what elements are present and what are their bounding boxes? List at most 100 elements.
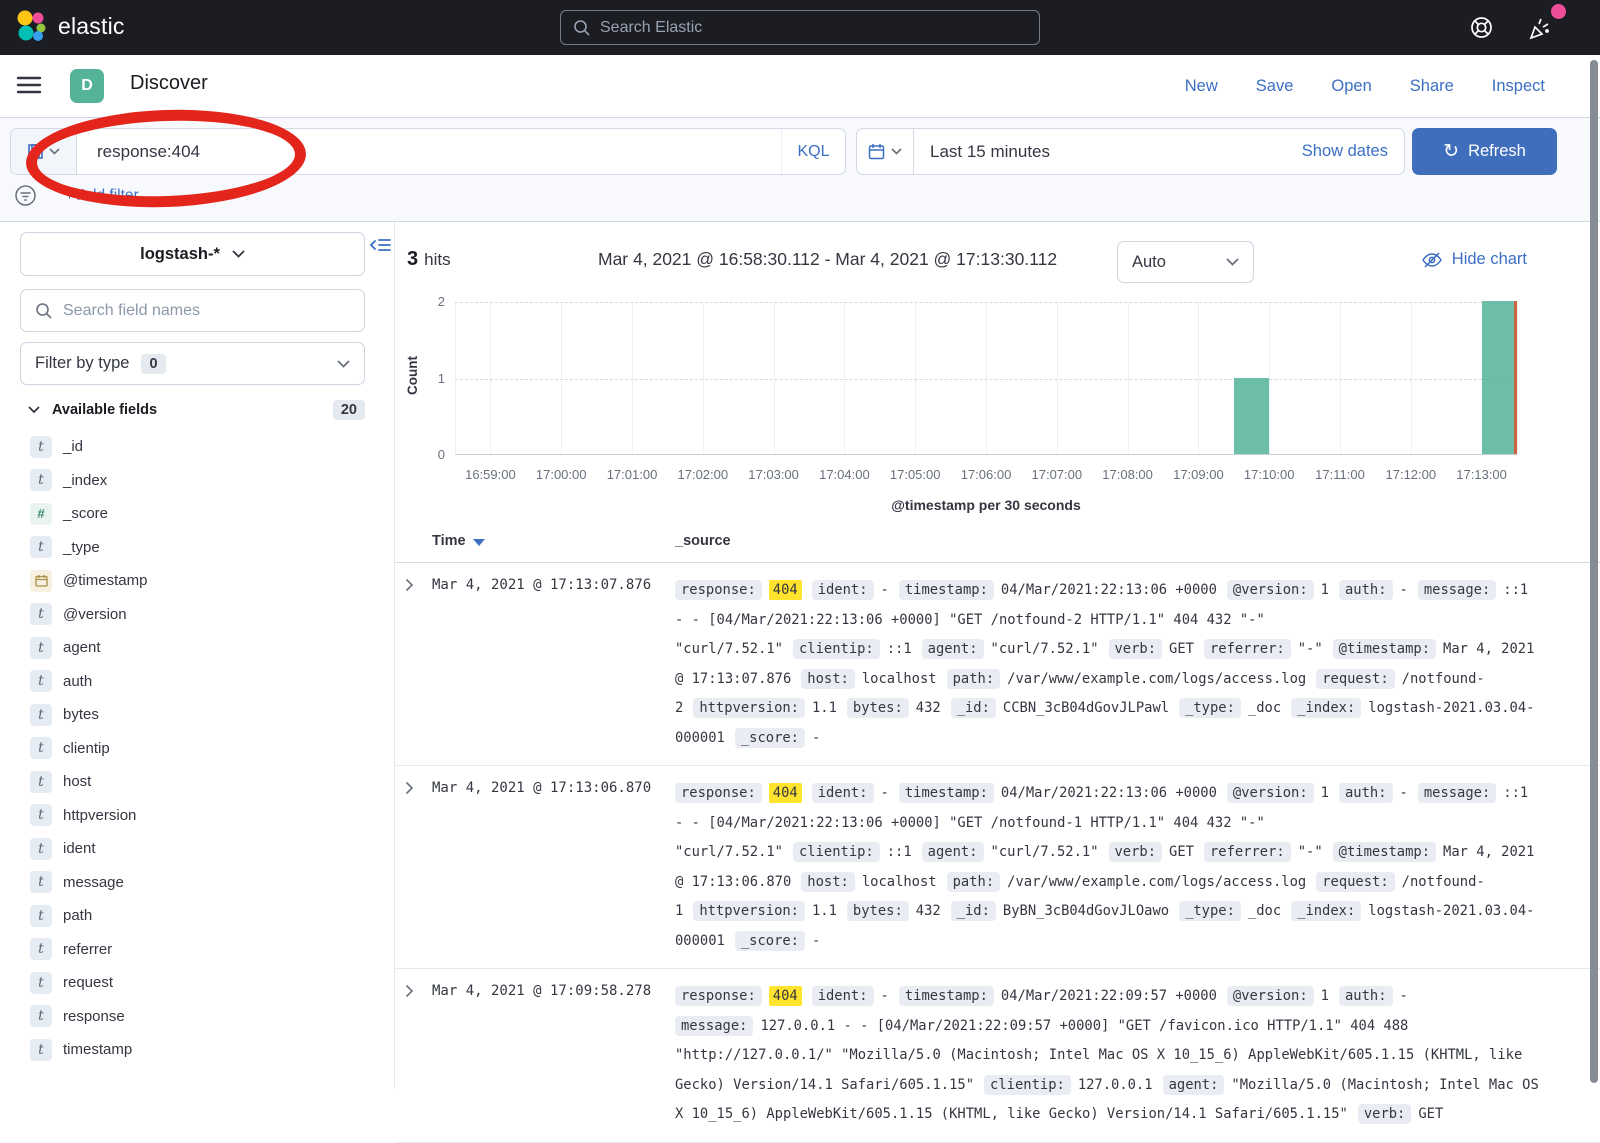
expand-row-icon[interactable] <box>405 984 414 998</box>
field-item-_index[interactable]: t_index <box>0 464 395 498</box>
field-item-ident[interactable]: tident <box>0 832 395 866</box>
show-dates-button[interactable]: Show dates <box>1302 142 1404 161</box>
collapse-sidebar-icon[interactable] <box>370 236 391 254</box>
field-value: 04/Mar/2021:22:13:06 +0000 <box>1001 582 1217 598</box>
field-search[interactable] <box>20 289 365 332</box>
date-quick-select-button[interactable] <box>857 129 914 174</box>
filter-icon[interactable] <box>14 184 37 207</box>
field-name: timestamp <box>63 1041 132 1058</box>
field-key: clientip: <box>984 1075 1071 1095</box>
hide-chart-button[interactable]: Hide chart <box>1421 250 1527 269</box>
discover-app-badge[interactable]: D <box>70 69 104 103</box>
field-key: request: <box>1316 872 1394 892</box>
elastic-logo[interactable] <box>14 9 48 43</box>
expand-row-icon[interactable] <box>405 578 414 592</box>
field-item-referrer[interactable]: treferrer <box>0 933 395 967</box>
expand-row-icon[interactable] <box>405 781 414 795</box>
field-key: verb: <box>1109 639 1163 659</box>
help-icon[interactable] <box>1468 14 1495 41</box>
saved-query-menu-button[interactable] <box>11 129 77 174</box>
string-type-icon: t <box>30 804 52 826</box>
x-tick-label: 17:10:00 <box>1244 467 1295 482</box>
field-value: "-" <box>1298 844 1323 860</box>
column-header-time[interactable]: Time <box>432 533 485 549</box>
date-picker: Last 15 minutes Show dates <box>856 128 1405 175</box>
field-item-message[interactable]: tmessage <box>0 866 395 900</box>
field-item-bytes[interactable]: tbytes <box>0 698 395 732</box>
news-feed-icon[interactable] <box>1524 14 1554 44</box>
string-type-icon: t <box>30 871 52 893</box>
field-key: host: <box>801 669 855 689</box>
field-key: @timestamp: <box>1333 842 1436 862</box>
page-scrollbar[interactable] <box>1590 60 1598 1083</box>
field-item-timestamp[interactable]: t timestamp <box>0 1033 395 1067</box>
field-item-_type[interactable]: t_type <box>0 531 395 565</box>
field-value: - <box>1400 582 1408 598</box>
available-fields-header[interactable]: Available fields 20 <box>28 400 365 420</box>
field-value: 1.1 <box>812 700 837 716</box>
filter-by-type-select[interactable]: Filter by type 0 <box>20 342 365 385</box>
nav-action-inspect[interactable]: Inspect <box>1492 77 1545 96</box>
field-key: clientip: <box>793 639 880 659</box>
field-item-@timestamp[interactable]: @timestamp <box>0 564 395 598</box>
hits-count: 3hits <box>407 248 451 271</box>
notification-badge <box>1551 4 1566 19</box>
field-value: 04/Mar/2021:22:09:57 +0000 <box>1001 988 1217 1004</box>
global-search-input[interactable] <box>600 19 1027 37</box>
search-icon <box>35 302 53 320</box>
table-row: Mar 4, 2021 @ 17:09:58.278response:404id… <box>395 969 1600 1143</box>
brand-name: elastic <box>58 13 125 40</box>
field-item-@version[interactable]: t@version <box>0 598 395 632</box>
query-language-button[interactable]: KQL <box>781 129 845 174</box>
histogram-bar-17:13:00[interactable] <box>1482 301 1517 454</box>
string-type-icon: t <box>30 972 52 994</box>
field-item-response[interactable]: tresponse <box>0 1000 395 1034</box>
add-filter-button[interactable]: + Add filter <box>65 187 139 205</box>
field-name: referrer <box>63 941 112 958</box>
field-value: 1 <box>1321 785 1329 801</box>
nav-action-new[interactable]: New <box>1185 77 1218 96</box>
chevron-down-icon <box>891 148 902 155</box>
field-item-auth[interactable]: tauth <box>0 665 395 699</box>
string-type-icon: t <box>30 436 52 458</box>
string-type-icon: t <box>30 771 52 793</box>
field-item-agent[interactable]: tagent <box>0 631 395 665</box>
table-row: Mar 4, 2021 @ 17:13:06.870response:404id… <box>395 766 1600 969</box>
highlighted-value: 404 <box>769 783 802 803</box>
nav-action-share[interactable]: Share <box>1410 77 1454 96</box>
refresh-button[interactable]: ↻ Refresh <box>1412 128 1557 175</box>
field-item-_score[interactable]: #_score <box>0 497 395 531</box>
field-item-request[interactable]: trequest <box>0 966 395 1000</box>
doc-timestamp: Mar 4, 2021 @ 17:13:06.870 <box>432 780 651 796</box>
field-name: response <box>63 1008 125 1025</box>
field-key: message: <box>1418 783 1496 803</box>
field-item-clientip[interactable]: tclientip <box>0 732 395 766</box>
x-axis-line <box>455 454 1517 455</box>
index-pattern-select[interactable]: logstash-* <box>20 232 365 276</box>
field-item-_id[interactable]: t_id <box>0 430 395 464</box>
field-search-input[interactable] <box>63 302 350 320</box>
field-key: host: <box>801 872 855 892</box>
nav-action-open[interactable]: Open <box>1331 77 1371 96</box>
histogram-bar-17:09:30[interactable] <box>1234 378 1269 455</box>
global-search[interactable] <box>560 10 1040 45</box>
histogram-chart[interactable]: Count 16:59:0017:00:0017:01:0017:02:0017… <box>395 290 1600 520</box>
field-value: - <box>881 582 889 598</box>
field-item-host[interactable]: thost <box>0 765 395 799</box>
query-input[interactable] <box>77 129 781 174</box>
field-item-path[interactable]: tpath <box>0 899 395 933</box>
x-tick-label: 17:00:00 <box>536 467 587 482</box>
field-value: GET <box>1169 844 1194 860</box>
query-bar-strip: KQL Last 15 minutes Show dates ↻ Refresh <box>0 118 1600 222</box>
menu-icon[interactable] <box>16 74 42 96</box>
x-axis-label: @timestamp per 30 seconds <box>455 497 1517 513</box>
nav-action-save[interactable]: Save <box>1256 77 1294 96</box>
field-item-httpversion[interactable]: thttpversion <box>0 799 395 833</box>
time-range-display[interactable]: Last 15 minutes <box>914 142 1302 162</box>
field-name: path <box>63 907 92 924</box>
string-type-icon: t <box>30 1039 52 1061</box>
field-key: timestamp: <box>899 783 994 803</box>
field-value: 432 <box>916 903 941 919</box>
interval-select[interactable]: Auto <box>1117 241 1254 283</box>
chevron-down-icon <box>1226 258 1239 266</box>
